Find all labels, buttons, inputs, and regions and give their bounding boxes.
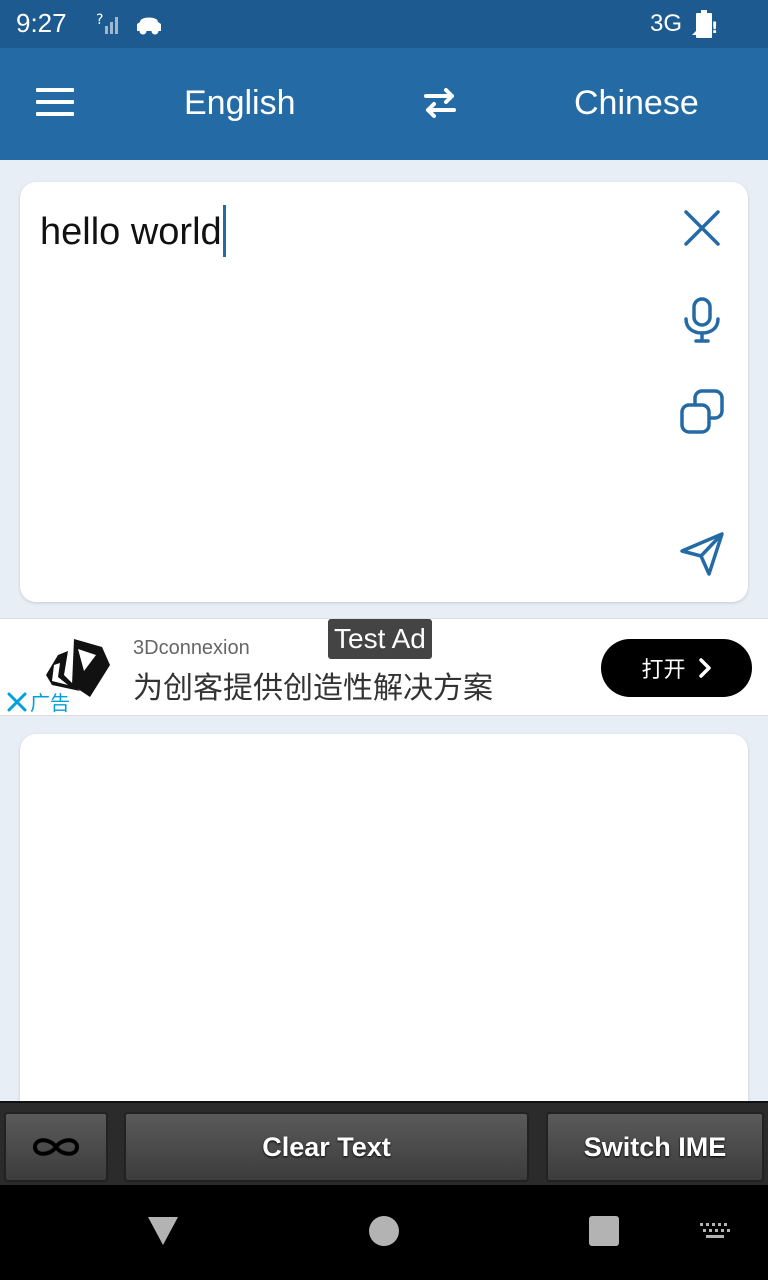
menu-icon[interactable] — [36, 88, 76, 118]
app-bar: English Chinese — [0, 48, 768, 160]
bottom-toolbar: Clear Text Switch IME — [0, 1101, 768, 1185]
swap-icon[interactable] — [420, 86, 460, 120]
status-bar: 9:27 ? 3G ! — [0, 0, 768, 48]
chevron-right-icon — [698, 658, 711, 678]
back-icon[interactable] — [146, 1215, 180, 1247]
source-text-input[interactable]: hello world — [40, 205, 226, 260]
copy-icon — [680, 389, 724, 434]
copy-button[interactable] — [678, 388, 726, 436]
ad-close-icon — [7, 692, 27, 711]
ad-banner[interactable]: 广告 3Dconnexion 为创客提供创造性解决方案 Test Ad 打开 — [0, 618, 768, 716]
translate-send-button[interactable] — [678, 530, 726, 578]
navigation-bar — [0, 1185, 768, 1280]
input-card: hello world — [20, 182, 748, 602]
ad-open-button[interactable]: 打开 — [601, 639, 752, 697]
svg-text:!: ! — [711, 18, 718, 37]
ad-advertiser: 3Dconnexion — [133, 637, 250, 659]
close-icon — [684, 210, 720, 246]
infinity-icon — [32, 1138, 80, 1156]
ad-label: 广告 — [30, 691, 70, 715]
source-language-selector[interactable]: English — [184, 84, 296, 123]
continuous-mode-button[interactable] — [4, 1112, 108, 1182]
microphone-icon — [684, 297, 720, 343]
home-icon[interactable] — [369, 1216, 399, 1246]
clear-input-button[interactable] — [678, 204, 726, 252]
source-text-value: hello world — [40, 211, 222, 254]
switch-ime-button[interactable]: Switch IME — [546, 1112, 764, 1182]
microphone-button[interactable] — [678, 296, 726, 344]
target-language-selector[interactable]: Chinese — [574, 84, 699, 123]
recents-icon[interactable] — [589, 1216, 619, 1246]
ad-close-button[interactable]: 广告 — [6, 687, 70, 716]
svg-text:?: ? — [96, 12, 103, 28]
ad-open-label: 打开 — [641, 658, 686, 683]
battery-icon — [696, 10, 712, 38]
translation-output-card — [20, 734, 748, 1154]
car-icon — [137, 17, 161, 35]
status-time: 9:27 — [16, 8, 67, 38]
clear-text-button[interactable]: Clear Text — [124, 1112, 529, 1182]
text-caret — [222, 205, 226, 257]
send-icon — [680, 532, 724, 576]
signal-unknown-icon: ? — [96, 12, 118, 34]
ad-headline: 为创客提供创造性解决方案 — [133, 671, 493, 706]
test-ad-badge: Test Ad — [328, 619, 432, 659]
network-type: 3G — [649, 10, 682, 37]
keyboard-icon[interactable] — [698, 1221, 732, 1241]
